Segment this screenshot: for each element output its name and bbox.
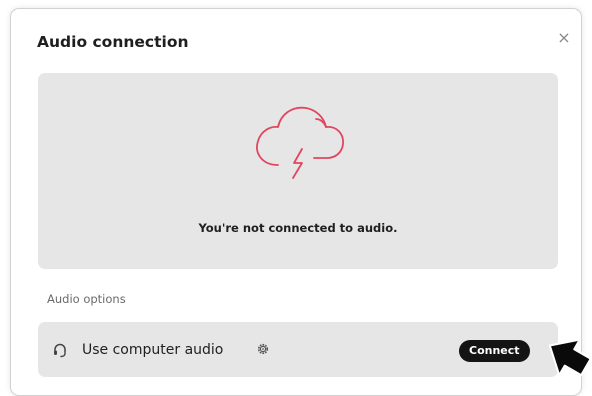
audio-status-panel: You're not connected to audio. — [38, 73, 558, 269]
computer-audio-option[interactable]: Use computer audio Connect — [38, 322, 558, 377]
disconnected-cloud-icon — [256, 106, 344, 179]
use-computer-audio-label: Use computer audio — [82, 342, 224, 358]
gear-icon[interactable] — [256, 342, 270, 356]
close-button[interactable]: × — [553, 26, 575, 48]
close-icon: × — [557, 27, 571, 47]
audio-connection-dialog: Audio connection × You're not connected … — [10, 8, 582, 396]
headset-icon — [54, 343, 66, 358]
connect-button[interactable]: Connect — [459, 340, 530, 362]
not-connected-message: You're not connected to audio. — [198, 221, 398, 235]
audio-options-label: Audio options — [47, 292, 126, 306]
dialog-title: Audio connection — [37, 33, 189, 51]
arrow-pointer-icon — [548, 338, 591, 377]
